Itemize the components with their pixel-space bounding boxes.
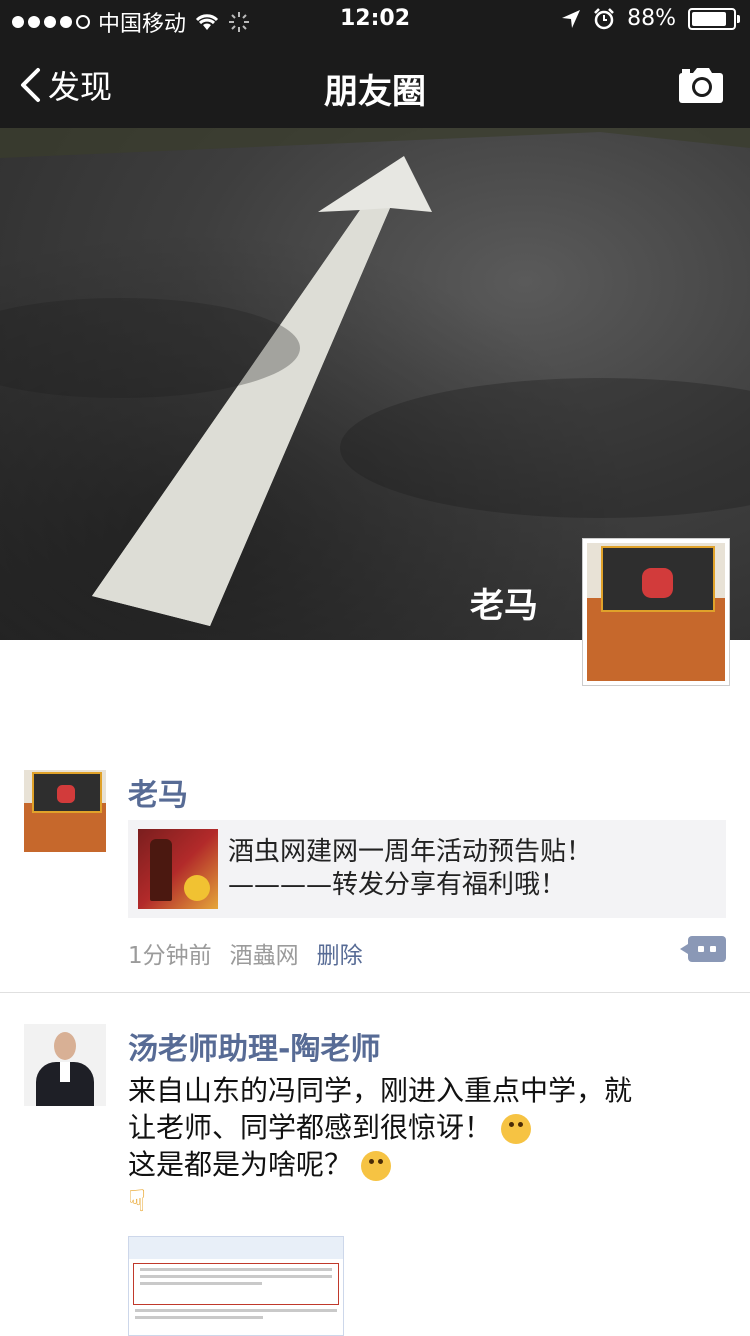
post-text-line2: 让老师、同学都感到很惊讶！	[128, 1111, 493, 1144]
top-bar: 中国移动 12:02 88% 发现 朋友圈	[0, 0, 750, 128]
image-highlight-box	[133, 1263, 339, 1305]
shared-link-card[interactable]: 酒虫网建网一周年活动预告贴！ ————转发分享有福利哦！	[128, 820, 726, 918]
avatar-photo	[587, 543, 725, 681]
delete-link[interactable]: 删除	[317, 936, 363, 970]
avatar-photo	[24, 1024, 106, 1106]
share-title-line1: 酒虫网建网一周年活动预告贴！	[228, 837, 593, 867]
surprised-emoji-icon	[500, 1114, 531, 1144]
share-title: 酒虫网建网一周年活动预告贴！ ————转发分享有福利哦！	[228, 836, 592, 902]
profile-avatar[interactable]	[582, 538, 730, 686]
post-source[interactable]: 酒蟲网	[230, 936, 299, 970]
pointing-down-icon: ☟	[128, 1184, 147, 1219]
comment-more-icon[interactable]	[680, 936, 726, 962]
post-avatar[interactable]	[24, 770, 106, 852]
cover-user-name: 老马	[470, 586, 538, 626]
avatar-photo	[24, 770, 106, 852]
nav-bar: 发现 朋友圈	[0, 40, 750, 128]
post-text-line1: 来自山东的冯同学，刚进入重点中学，就	[128, 1074, 633, 1107]
page-title: 朋友圈	[324, 72, 426, 112]
post-avatar[interactable]	[24, 1024, 106, 1106]
post-text-line3: 这是都是为啥呢？	[128, 1148, 353, 1181]
battery-icon	[688, 7, 740, 30]
post-text: 来自山东的冯同学，刚进入重点中学，就 让老师、同学都感到很惊讶！ 这是都是为啥呢…	[128, 1072, 718, 1220]
post-image[interactable]	[128, 1236, 344, 1336]
image-tabs	[129, 1237, 343, 1259]
post-author[interactable]: 汤老师助理-陶老师	[128, 1024, 380, 1068]
share-thumbnail	[138, 829, 218, 909]
post-author[interactable]: 老马	[128, 770, 188, 814]
share-title-line2: ————转发分享有福利哦！	[228, 870, 567, 900]
post-meta: 1分钟前 酒蟲网 删除	[128, 936, 363, 970]
status-right: 88%	[561, 6, 740, 31]
alarm-icon	[594, 7, 614, 29]
status-bar: 中国移动 12:02 88%	[0, 0, 750, 40]
location-arrow-icon	[562, 9, 581, 28]
divider	[0, 992, 750, 993]
camera-icon[interactable]	[678, 66, 724, 104]
post-time: 1分钟前	[128, 943, 212, 969]
dizzy-emoji-icon	[360, 1151, 391, 1181]
battery-percent: 88%	[627, 6, 676, 31]
